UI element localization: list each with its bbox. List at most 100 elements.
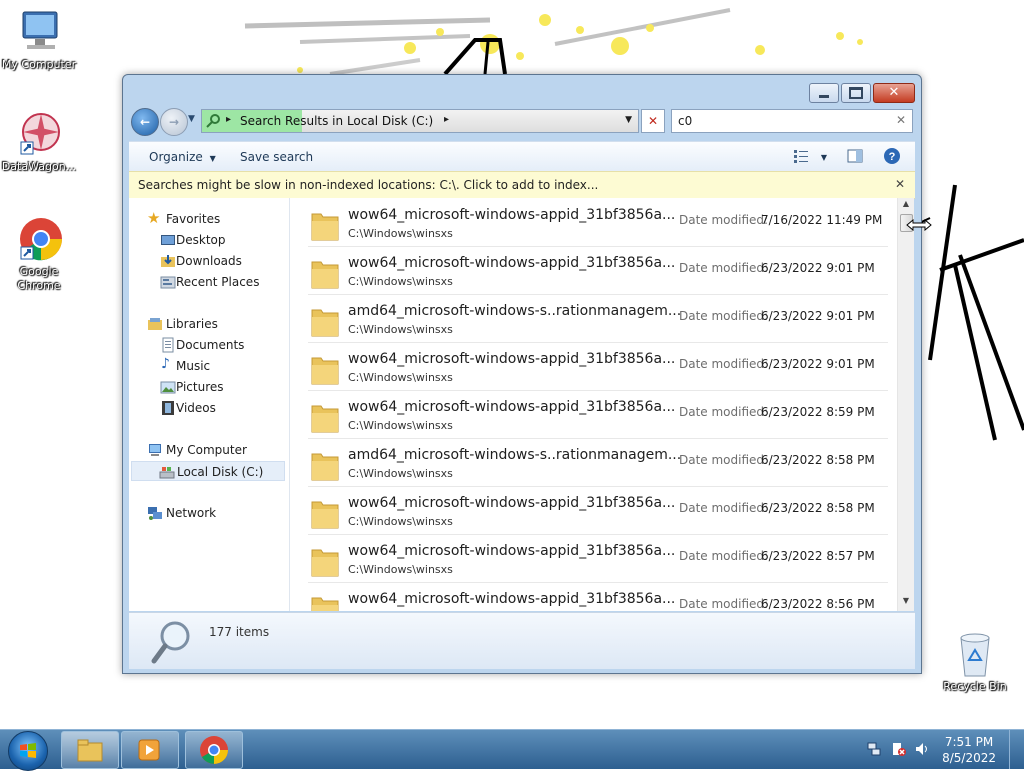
nav-label: Desktop bbox=[176, 233, 226, 247]
search-results-list[interactable]: wow64_microsoft-windows-appid_31bf3856a.… bbox=[290, 198, 914, 611]
result-path: C:\Windows\winsxs bbox=[348, 419, 453, 432]
action-center-icon[interactable] bbox=[891, 741, 907, 757]
system-clock[interactable]: 7:51 PM 8/5/2022 bbox=[942, 734, 996, 766]
taskbar-media-player-button[interactable] bbox=[121, 731, 179, 769]
recent-pages-chevron-icon[interactable]: ▼ bbox=[188, 114, 195, 124]
view-options-button[interactable]: ▼ bbox=[793, 148, 827, 167]
search-box[interactable]: c0 ✕ bbox=[671, 109, 913, 133]
explorer-window[interactable]: ✕ ← → ▼ ▸ Search Results in Local Disk (… bbox=[122, 74, 922, 674]
desktop-icon-label: Recycle Bin bbox=[943, 680, 1007, 693]
address-bar[interactable]: ▸ Search Results in Local Disk (C:) ▸ ▼ bbox=[201, 109, 639, 133]
recent-places-icon bbox=[160, 276, 176, 289]
index-warning-bar[interactable]: Searches might be slow in non-indexed lo… bbox=[129, 171, 915, 199]
nav-favorites[interactable]: ★ Favorites bbox=[129, 209, 289, 229]
close-button[interactable]: ✕ bbox=[873, 83, 915, 103]
nav-network[interactable]: Network bbox=[129, 503, 289, 523]
desktop-icon-google-chrome[interactable]: Google Chrome bbox=[1, 215, 77, 293]
result-row[interactable]: amd64_microsoft-windows-s..rationmanagem… bbox=[308, 294, 888, 343]
desktop-icon-recycle-bin[interactable]: Recycle Bin bbox=[937, 630, 1013, 694]
start-button[interactable] bbox=[8, 731, 48, 771]
search-input[interactable]: c0 bbox=[678, 114, 692, 128]
taskbar-explorer-button[interactable] bbox=[61, 731, 119, 769]
date-modified-label: Date modified: bbox=[679, 597, 769, 611]
nav-videos[interactable]: Videos bbox=[129, 398, 289, 418]
date-modified-value: 6/23/2022 8:56 PM bbox=[761, 597, 875, 611]
taskbar-chrome-button[interactable] bbox=[185, 731, 243, 769]
desktop-icon-my-computer[interactable]: My Computer bbox=[1, 8, 77, 72]
help-icon: ? bbox=[884, 148, 900, 164]
folder-icon bbox=[311, 597, 339, 611]
date-modified-value: 6/23/2022 8:57 PM bbox=[761, 549, 875, 563]
result-name: wow64_microsoft-windows-appid_31bf3856a.… bbox=[348, 591, 676, 607]
media-player-icon bbox=[138, 739, 160, 761]
nav-libraries[interactable]: Libraries bbox=[129, 314, 289, 334]
result-path: C:\Windows\winsxs bbox=[348, 563, 453, 576]
network-tray-icon[interactable] bbox=[866, 741, 882, 757]
desktop-icon-label: My Computer bbox=[1, 58, 77, 71]
drive-icon bbox=[159, 467, 175, 479]
breadcrumb-chevron-icon[interactable]: ▸ bbox=[444, 114, 449, 125]
forward-button[interactable]: → bbox=[160, 108, 188, 136]
nav-label: Documents bbox=[176, 338, 245, 352]
nav-local-disk[interactable]: Local Disk (C:) bbox=[131, 461, 285, 481]
result-name: wow64_microsoft-windows-appid_31bf3856a.… bbox=[348, 495, 676, 511]
details-view-icon bbox=[794, 150, 808, 163]
date-modified-label: Date modified: bbox=[679, 357, 769, 371]
nav-pictures[interactable]: Pictures bbox=[129, 377, 289, 397]
nav-label: Recent Places bbox=[176, 275, 260, 289]
date-modified-value: 7/16/2022 11:49 PM bbox=[761, 213, 883, 227]
date-modified-label: Date modified: bbox=[679, 453, 769, 467]
result-row[interactable]: wow64_microsoft-windows-appid_31bf3856a.… bbox=[308, 486, 888, 535]
date-modified-label: Date modified: bbox=[679, 501, 769, 515]
scroll-up-icon[interactable]: ▲ bbox=[898, 199, 914, 213]
nav-label: Downloads bbox=[176, 254, 242, 268]
back-button[interactable]: ← bbox=[131, 108, 159, 136]
stop-search-button[interactable]: ✕ bbox=[641, 109, 665, 133]
desktop-icon-label: Google Chrome bbox=[17, 265, 61, 292]
result-name: wow64_microsoft-windows-appid_31bf3856a.… bbox=[348, 399, 676, 415]
result-name: amd64_microsoft-windows-s..rationmanagem… bbox=[348, 447, 682, 463]
nav-downloads[interactable]: Downloads bbox=[129, 251, 289, 271]
result-path: C:\Windows\winsxs bbox=[348, 467, 453, 480]
scroll-down-icon[interactable]: ▼ bbox=[898, 596, 914, 610]
show-desktop-button[interactable] bbox=[1009, 730, 1024, 769]
address-dropdown-icon[interactable]: ▼ bbox=[625, 115, 632, 125]
help-button[interactable]: ? bbox=[883, 147, 901, 168]
volume-icon[interactable] bbox=[914, 741, 930, 757]
vertical-scrollbar[interactable]: ▲ ▼ bbox=[897, 198, 914, 611]
libraries-icon bbox=[148, 318, 162, 330]
result-row[interactable]: wow64_microsoft-windows-appid_31bf3856a.… bbox=[308, 342, 888, 391]
chevron-down-icon: ▼ bbox=[820, 153, 827, 162]
clear-search-icon[interactable]: ✕ bbox=[896, 113, 906, 127]
folder-icon bbox=[311, 357, 339, 385]
result-row[interactable]: wow64_microsoft-windows-appid_31bf3856a.… bbox=[308, 534, 888, 583]
desktop-icon-datawagon[interactable]: DataWagon... bbox=[1, 110, 77, 174]
result-row[interactable]: wow64_microsoft-windows-appid_31bf3856a.… bbox=[308, 198, 888, 247]
close-icon: ✕ bbox=[888, 85, 900, 100]
item-count: 177 items bbox=[209, 625, 270, 639]
date-modified-value: 6/23/2022 8:59 PM bbox=[761, 405, 875, 419]
nav-music[interactable]: ♪ Music bbox=[129, 356, 289, 376]
result-row[interactable]: wow64_microsoft-windows-appid_31bf3856a.… bbox=[308, 390, 888, 439]
nav-my-computer[interactable]: My Computer bbox=[129, 440, 289, 460]
breadcrumb[interactable]: Search Results in Local Disk (C:) bbox=[240, 114, 433, 128]
save-search-button[interactable]: Save search bbox=[240, 150, 313, 164]
organize-button[interactable]: Organize ▼ bbox=[149, 150, 216, 164]
nav-recent-places[interactable]: Recent Places bbox=[129, 272, 289, 292]
result-row[interactable]: wow64_microsoft-windows-appid_31bf3856a.… bbox=[308, 246, 888, 295]
nav-documents[interactable]: Documents bbox=[129, 335, 289, 355]
preview-pane-button[interactable] bbox=[847, 148, 863, 167]
result-name: wow64_microsoft-windows-appid_31bf3856a.… bbox=[348, 255, 676, 271]
minimize-button[interactable] bbox=[809, 83, 839, 103]
breadcrumb-chevron-icon[interactable]: ▸ bbox=[226, 114, 231, 125]
maximize-button[interactable] bbox=[841, 83, 871, 103]
date-modified-value: 6/23/2022 9:01 PM bbox=[761, 261, 875, 275]
star-icon: ★ bbox=[147, 209, 161, 227]
result-row[interactable]: wow64_microsoft-windows-appid_31bf3856a.… bbox=[308, 582, 888, 611]
close-infobar-icon[interactable]: ✕ bbox=[895, 177, 905, 191]
date-modified-label: Date modified: bbox=[679, 549, 769, 563]
nav-desktop[interactable]: Desktop bbox=[129, 230, 289, 250]
stop-icon: ✕ bbox=[647, 114, 659, 128]
result-row[interactable]: amd64_microsoft-windows-s..rationmanagem… bbox=[308, 438, 888, 487]
chrome-icon bbox=[200, 736, 228, 764]
